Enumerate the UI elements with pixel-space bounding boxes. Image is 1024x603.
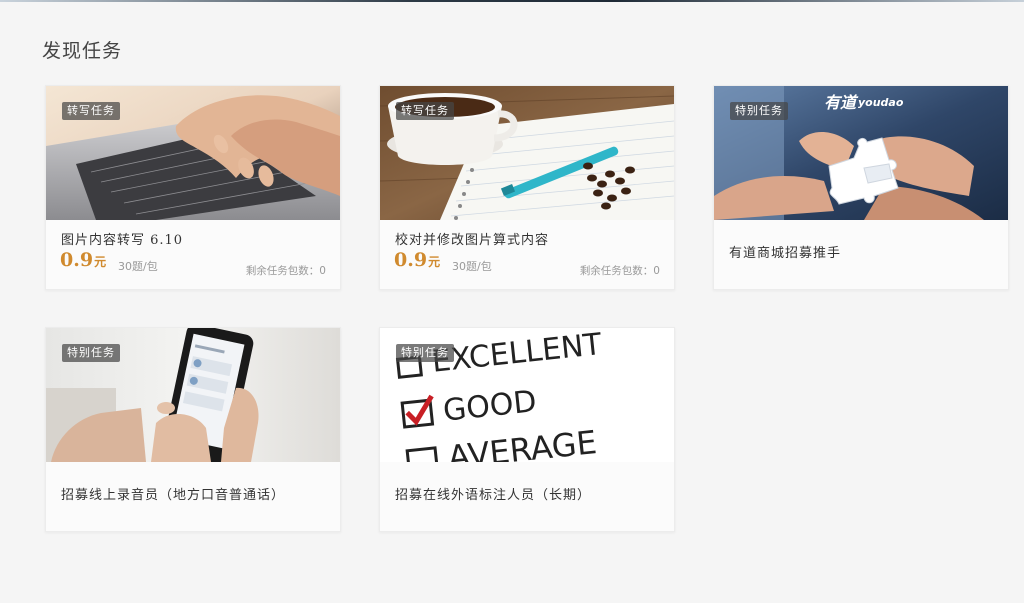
task-image-puzzle-hands: 有道 youdao 特别任务 (714, 86, 1008, 220)
svg-text:有道: 有道 (824, 93, 859, 112)
questions-per-pack: 30题/包 (452, 260, 492, 273)
task-card[interactable]: 转写任务 校对并修改图片算式内容 0.9元 30题/包 剩余任务包数：0 (379, 85, 675, 290)
task-title[interactable]: 招募在线外语标注人员（长期） (395, 484, 591, 503)
task-image-phone-hands: 特别任务 (46, 328, 340, 462)
task-card[interactable]: 特别任务 招募线上录音员（地方口音普通话） (45, 327, 341, 532)
task-card[interactable]: 转写任务 图片内容转写 6.10 0.9元 30题/包 剩余任务包数：0 (45, 85, 341, 290)
task-type-badge: 特别任务 (396, 344, 454, 362)
task-image-typing: 转写任务 (46, 86, 340, 220)
svg-text:youdao: youdao (858, 96, 904, 109)
task-image-checklist: EXCELLENT GOOD AVERAGE 特别任务 (380, 328, 674, 462)
task-title[interactable]: 有道商城招募推手 (729, 242, 841, 261)
remaining-packs: 剩余任务包数：0 (579, 265, 660, 277)
task-title[interactable]: 校对并修改图片算式内容 (395, 229, 549, 248)
page-title: 发现任务 (42, 40, 123, 62)
task-type-badge: 特别任务 (62, 344, 120, 362)
task-type-badge: 转写任务 (62, 102, 120, 120)
task-type-badge: 转写任务 (396, 102, 454, 120)
remaining-packs: 剩余任务包数：0 (245, 265, 326, 277)
task-price: 0.9元 (60, 249, 107, 271)
task-type-badge: 特别任务 (730, 102, 788, 120)
task-title[interactable]: 图片内容转写 6.10 (61, 229, 183, 248)
task-card[interactable]: EXCELLENT GOOD AVERAGE 特别任务 招募在线外语标注人员（长… (379, 327, 675, 532)
task-price: 0.9元 (394, 249, 441, 271)
task-card[interactable]: 有道 youdao 特别任务 有道商城招募推手 (713, 85, 1009, 290)
top-border (0, 0, 1024, 2)
task-image-coffee-notebook: 转写任务 (380, 86, 674, 220)
task-title[interactable]: 招募线上录音员（地方口音普通话） (61, 484, 285, 503)
questions-per-pack: 30题/包 (118, 260, 158, 273)
